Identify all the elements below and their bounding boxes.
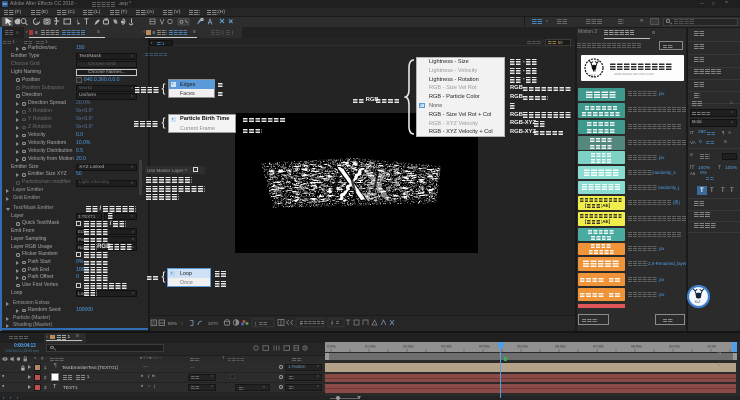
svg-text:50%: 50% <box>168 321 177 326</box>
svg-text:09:00s: 09:00s <box>669 345 680 349</box>
svg-text:(: ( <box>255 321 257 326</box>
svg-text:02:00s: 02:00s <box>403 345 414 349</box>
svg-text:0:00s: 0:00s <box>327 345 336 349</box>
svg-text:05:00s: 05:00s <box>517 345 528 349</box>
svg-text:06:00s: 06:00s <box>555 345 566 349</box>
svg-text:v: v <box>181 322 183 326</box>
svg-text:04:00s: 04:00s <box>479 345 490 349</box>
svg-text:3070: 3070 <box>208 321 218 326</box>
svg-text:10:00: 10:00 <box>707 345 716 349</box>
svg-text:X: X <box>363 163 390 207</box>
svg-text:07:00s: 07:00s <box>593 345 604 349</box>
svg-text:XLZ: XLZ <box>590 74 596 78</box>
svg-text:03:00s: 03:00s <box>441 345 452 349</box>
svg-text:01:00s: 01:00s <box>365 345 376 349</box>
svg-text:T: T <box>84 18 89 27</box>
svg-text:08:00s: 08:00s <box>631 345 642 349</box>
svg-text:XLZ: XLZ <box>695 300 701 304</box>
